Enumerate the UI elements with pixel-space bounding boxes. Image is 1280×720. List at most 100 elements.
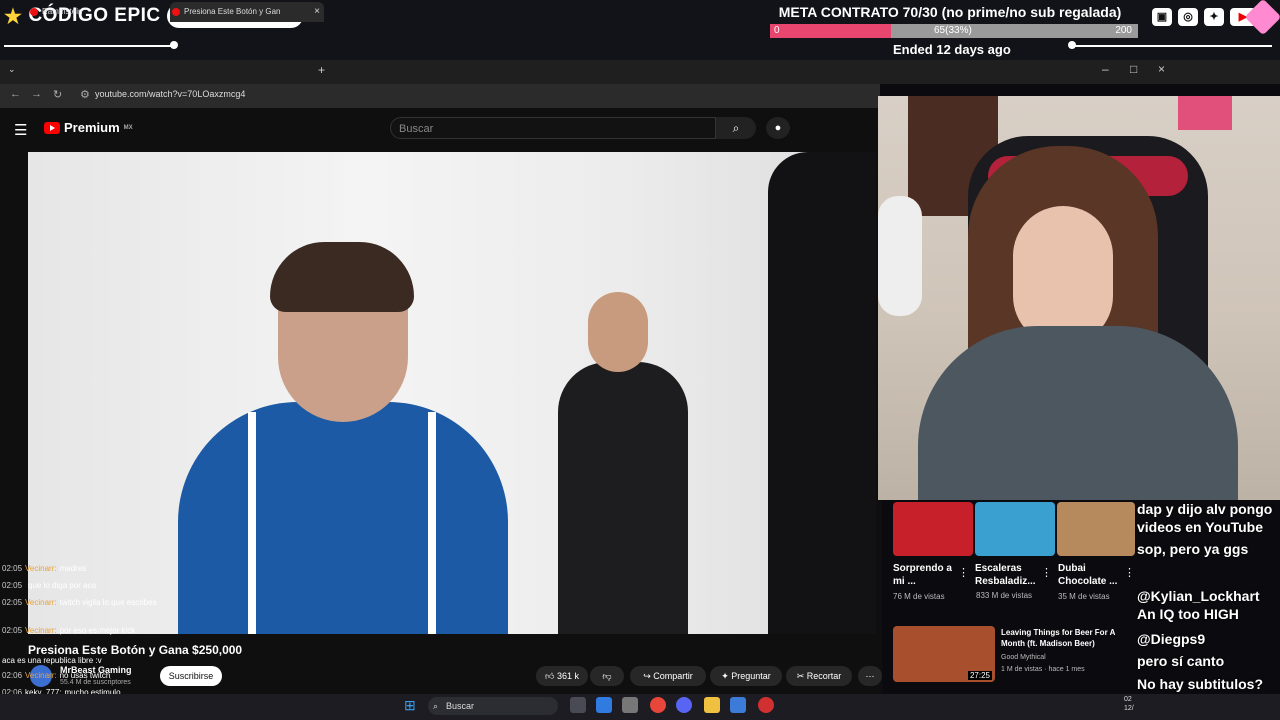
region-code: MX — [123, 124, 133, 131]
sparkle-icon: ✦ — [721, 671, 729, 681]
search-input[interactable]: Buscar — [390, 117, 716, 139]
chat-time: 02:05 — [2, 581, 23, 590]
recommendation-thumbnail[interactable] — [1057, 502, 1135, 556]
file-explorer-icon[interactable] — [704, 697, 720, 713]
share-button[interactable]: ↪ Compartir — [630, 666, 706, 686]
close-window-icon[interactable]: × — [1158, 62, 1165, 76]
video-player[interactable] — [28, 152, 876, 634]
video-title: Presiona Este Botón y Gana $250,000 — [28, 643, 243, 657]
chat-message: 02:05 Vecinarr: twitch vigila lo que escri… — [2, 598, 192, 608]
recommendation-title[interactable]: Sorprendo a mi ... — [893, 562, 955, 588]
recommendation-channel: Good Mythical — [1001, 654, 1046, 661]
video-person-right — [768, 152, 876, 634]
more-options-icon[interactable]: ⋮ — [1124, 566, 1135, 579]
url-field[interactable]: youtube.com/watch?v=70LOaxzmcg4 — [95, 89, 245, 99]
social-icons: ▣ ◎ ✦ ▶ — [1152, 8, 1256, 26]
voice-search-button[interactable]: ● — [766, 117, 790, 139]
forward-icon[interactable]: → — [31, 88, 42, 100]
tab-list-icon[interactable]: ⌄ — [8, 64, 16, 75]
chat-message: 02:05 Vecinarr: madres — [2, 564, 192, 574]
recommendation-title[interactable]: Dubai Chocolate ... — [1058, 562, 1120, 588]
goal-progress-bar: 0 65(33%) 200 — [770, 24, 1138, 38]
search-icon: ⌕ — [732, 121, 740, 135]
search-button[interactable]: ⌕ — [716, 117, 756, 139]
goal-title: META CONTRATO 70/30 (no prime/no sub reg… — [778, 4, 1122, 20]
chrome-icon[interactable] — [650, 697, 666, 713]
taskbar-search[interactable]: ⌕ Buscar — [428, 697, 558, 715]
recommendation-title[interactable]: Leaving Things for Beer For A Month (ft.… — [1001, 627, 1121, 649]
tab-label: Rammstein — [42, 7, 83, 16]
clock-date: 12/ — [1124, 705, 1134, 712]
tab-current-video[interactable]: Presiona Este Botón y Gan × — [170, 2, 324, 22]
scissors-icon: ✂ — [796, 671, 805, 681]
chat-time: 02:05 — [2, 626, 23, 635]
overlay-divider — [4, 45, 174, 47]
chat-message: dap y dijo alv pongo videos en YouTube — [1137, 501, 1273, 535]
obs-icon[interactable] — [758, 697, 774, 713]
discord-icon[interactable] — [676, 697, 692, 713]
close-tab-icon[interactable]: × — [314, 2, 320, 22]
recommendation-thumbnail[interactable]: 27:25 — [893, 626, 995, 682]
microphone-icon: ● — [774, 122, 782, 134]
maximize-icon[interactable]: □ — [1130, 62, 1137, 76]
like-button[interactable]: 👍︎ 361 k — [536, 666, 588, 686]
star-icon: ★ — [4, 5, 23, 28]
overlay-divider-right — [1072, 45, 1272, 47]
mail-icon[interactable] — [730, 697, 746, 713]
taskbar-clock[interactable]: 02 12/ — [1124, 695, 1134, 713]
chat-user: Vecinarr: — [25, 626, 57, 635]
dislike-button[interactable]: 👎︎ — [590, 666, 624, 686]
goal-min: 0 — [774, 25, 780, 36]
youtube-logo[interactable]: Premium MX — [44, 120, 133, 135]
chat-text: por eso es mejor kick — [59, 626, 136, 635]
tab-rammstein[interactable]: Rammstein × — [28, 2, 178, 22]
start-icon[interactable]: ⊞ — [404, 697, 416, 714]
video-person-middle — [558, 292, 688, 634]
new-tab-icon[interactable]: + — [318, 63, 325, 77]
chat-text: aca es una republica libre :v — [2, 656, 102, 665]
video-duration: 27:25 — [967, 671, 992, 680]
thumbs-up-icon: 👍︎ — [545, 671, 555, 681]
ask-button[interactable]: ✦ Preguntar — [710, 666, 782, 686]
recommendation-thumbnail[interactable] — [975, 502, 1055, 556]
chat-message: 02:05 que lo diga por aca — [2, 581, 192, 591]
logo-text: Premium — [64, 120, 120, 135]
recommendation-thumbnail[interactable] — [893, 502, 973, 556]
site-info-icon[interactable]: ⚙ — [80, 88, 90, 101]
chat-user: Vecinarr: — [25, 671, 57, 680]
minimize-icon[interactable]: – — [1102, 62, 1109, 76]
more-icon: ⋯ — [865, 671, 875, 681]
clip-button[interactable]: ✂ Recortar — [786, 666, 852, 686]
goal-progress-fill — [770, 24, 892, 38]
recommendation-views: 76 M de vistas — [893, 592, 945, 601]
taskbar-search-label: Buscar — [446, 701, 475, 711]
chat-message: aca es una republica libre :v — [2, 656, 192, 666]
menu-icon[interactable]: ☰ — [14, 121, 27, 139]
more-actions-button[interactable]: ⋯ — [858, 666, 882, 686]
chat-text: twitch vigila lo que escribes — [59, 598, 157, 607]
ask-label: Preguntar — [731, 671, 771, 681]
overlay-divider-dot — [170, 41, 178, 49]
back-icon[interactable]: ← — [10, 88, 21, 100]
youtube-favicon-icon — [172, 8, 180, 16]
chat-user: Vecinarr: — [25, 598, 57, 607]
share-label: Compartir — [653, 671, 693, 681]
microphone-object — [878, 196, 922, 316]
clip-label: Recortar — [806, 671, 842, 681]
twitch-icon: ▣ — [1152, 8, 1172, 26]
share-icon: ↪ — [643, 671, 651, 681]
browser-tab-bar — [0, 60, 1280, 84]
recommendation-title[interactable]: Escaleras Resbaladiz... — [975, 562, 1037, 588]
chat-text: no usas twitch — [59, 671, 111, 680]
chat-message: sop, pero ya ggs — [1137, 541, 1249, 557]
search-icon: ⌕ — [433, 701, 439, 711]
youtube-play-icon — [44, 121, 60, 134]
settings-icon[interactable] — [622, 697, 638, 713]
copilot-icon[interactable] — [596, 697, 612, 713]
reload-icon[interactable]: ↻ — [53, 88, 62, 101]
more-options-icon[interactable]: ⋮ — [958, 566, 969, 579]
recommendation-views: 1 M de vistas · hace 1 mes — [1001, 666, 1085, 673]
chat-text: madres — [59, 564, 87, 573]
task-view-icon[interactable] — [570, 697, 586, 713]
more-options-icon[interactable]: ⋮ — [1041, 566, 1052, 579]
